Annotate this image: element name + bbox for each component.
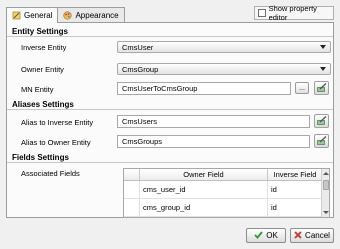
fields-settings-header: Fields Settings — [7, 153, 333, 163]
mn-entity-value: CmsUserToCmsGroup — [122, 84, 198, 93]
owner-field-cell[interactable]: cms_group_id — [140, 199, 268, 216]
ok-button[interactable]: OK — [246, 228, 286, 243]
tab-appearance[interactable]: Appearance — [57, 7, 125, 22]
owner-field-column-header[interactable]: Owner Field — [140, 169, 268, 180]
tab-bar: General Appearance — [6, 7, 125, 23]
entity-settings-header: Entity Settings — [7, 27, 333, 37]
owner-entity-select[interactable]: CmsGroup — [117, 63, 331, 75]
edit-icon — [316, 115, 327, 127]
mn-entity-browse-button[interactable]: ... — [295, 82, 309, 94]
inverse-entity-label: Inverse Entity — [21, 43, 67, 52]
alias-inverse-value: CmsUsers — [122, 117, 157, 126]
alias-inverse-field[interactable]: CmsUsers — [117, 115, 310, 128]
wrench-icon — [12, 11, 21, 20]
alias-owner-value: CmsGroups — [122, 137, 163, 146]
alias-owner-edit-button[interactable] — [314, 134, 329, 148]
table-header-corner — [124, 169, 140, 180]
alias-inverse-label: Alias to Inverse Entity — [21, 118, 94, 127]
chevron-down-icon — [320, 67, 326, 71]
aliases-settings-header: Aliases Settings — [7, 100, 333, 110]
show-property-editor-toggle[interactable]: Show property editor — [254, 4, 334, 22]
mn-entity-label: MN Entity — [21, 85, 54, 94]
tab-general-label: General — [24, 11, 53, 20]
mn-entity-edit-button[interactable] — [314, 81, 329, 95]
tab-general[interactable]: General — [6, 7, 59, 23]
inverse-field-column-header[interactable]: Inverse Field — [268, 169, 323, 180]
alias-owner-field[interactable]: CmsGroups — [117, 135, 310, 148]
scroll-down-icon[interactable] — [323, 211, 329, 214]
chevron-down-icon — [320, 45, 326, 49]
general-panel: Entity Settings Inverse Entity CmsUser O… — [6, 22, 334, 218]
inverse-entity-select[interactable]: CmsUser — [117, 41, 331, 53]
table-body: cms_user_id id cms_group_id id — [124, 181, 323, 217]
close-icon — [294, 230, 302, 241]
owner-entity-value: CmsGroup — [122, 64, 159, 74]
checkmark-icon — [254, 230, 263, 241]
show-property-editor-label: Show property editor — [268, 4, 317, 22]
tab-appearance-label: Appearance — [75, 10, 119, 20]
scroll-up-icon[interactable] — [323, 172, 329, 175]
scrollbar-thumb[interactable] — [323, 180, 329, 190]
table-row[interactable]: cms_group_id id — [124, 199, 323, 217]
edit-icon — [316, 82, 327, 94]
owner-entity-label: Owner Entity — [21, 65, 64, 74]
palette-icon — [63, 10, 73, 20]
associated-fields-label: Associated Fields — [21, 169, 80, 178]
inverse-field-cell[interactable]: id — [268, 199, 323, 216]
show-property-editor-checkbox[interactable] — [258, 9, 266, 17]
inverse-entity-value: CmsUser — [122, 42, 154, 52]
mn-entity-field[interactable]: CmsUserToCmsGroup — [117, 82, 291, 95]
alias-inverse-edit-button[interactable] — [314, 114, 329, 128]
row-header — [124, 199, 140, 216]
ok-button-label: OK — [266, 231, 278, 240]
table-vertical-scrollbar[interactable] — [321, 169, 329, 217]
table-header: Owner Field Inverse Field — [124, 169, 323, 181]
owner-field-cell[interactable]: cms_user_id — [140, 181, 268, 198]
edit-icon — [316, 135, 327, 147]
associated-fields-table[interactable]: Owner Field Inverse Field cms_user_id id… — [123, 168, 330, 218]
cancel-button-label: Cancel — [305, 231, 330, 240]
row-header — [124, 181, 140, 198]
alias-owner-label: Alias to Owner Entity — [21, 138, 91, 147]
cancel-button[interactable]: Cancel — [290, 228, 334, 243]
inverse-field-cell[interactable]: id — [268, 181, 323, 198]
table-row[interactable]: cms_user_id id — [124, 181, 323, 199]
